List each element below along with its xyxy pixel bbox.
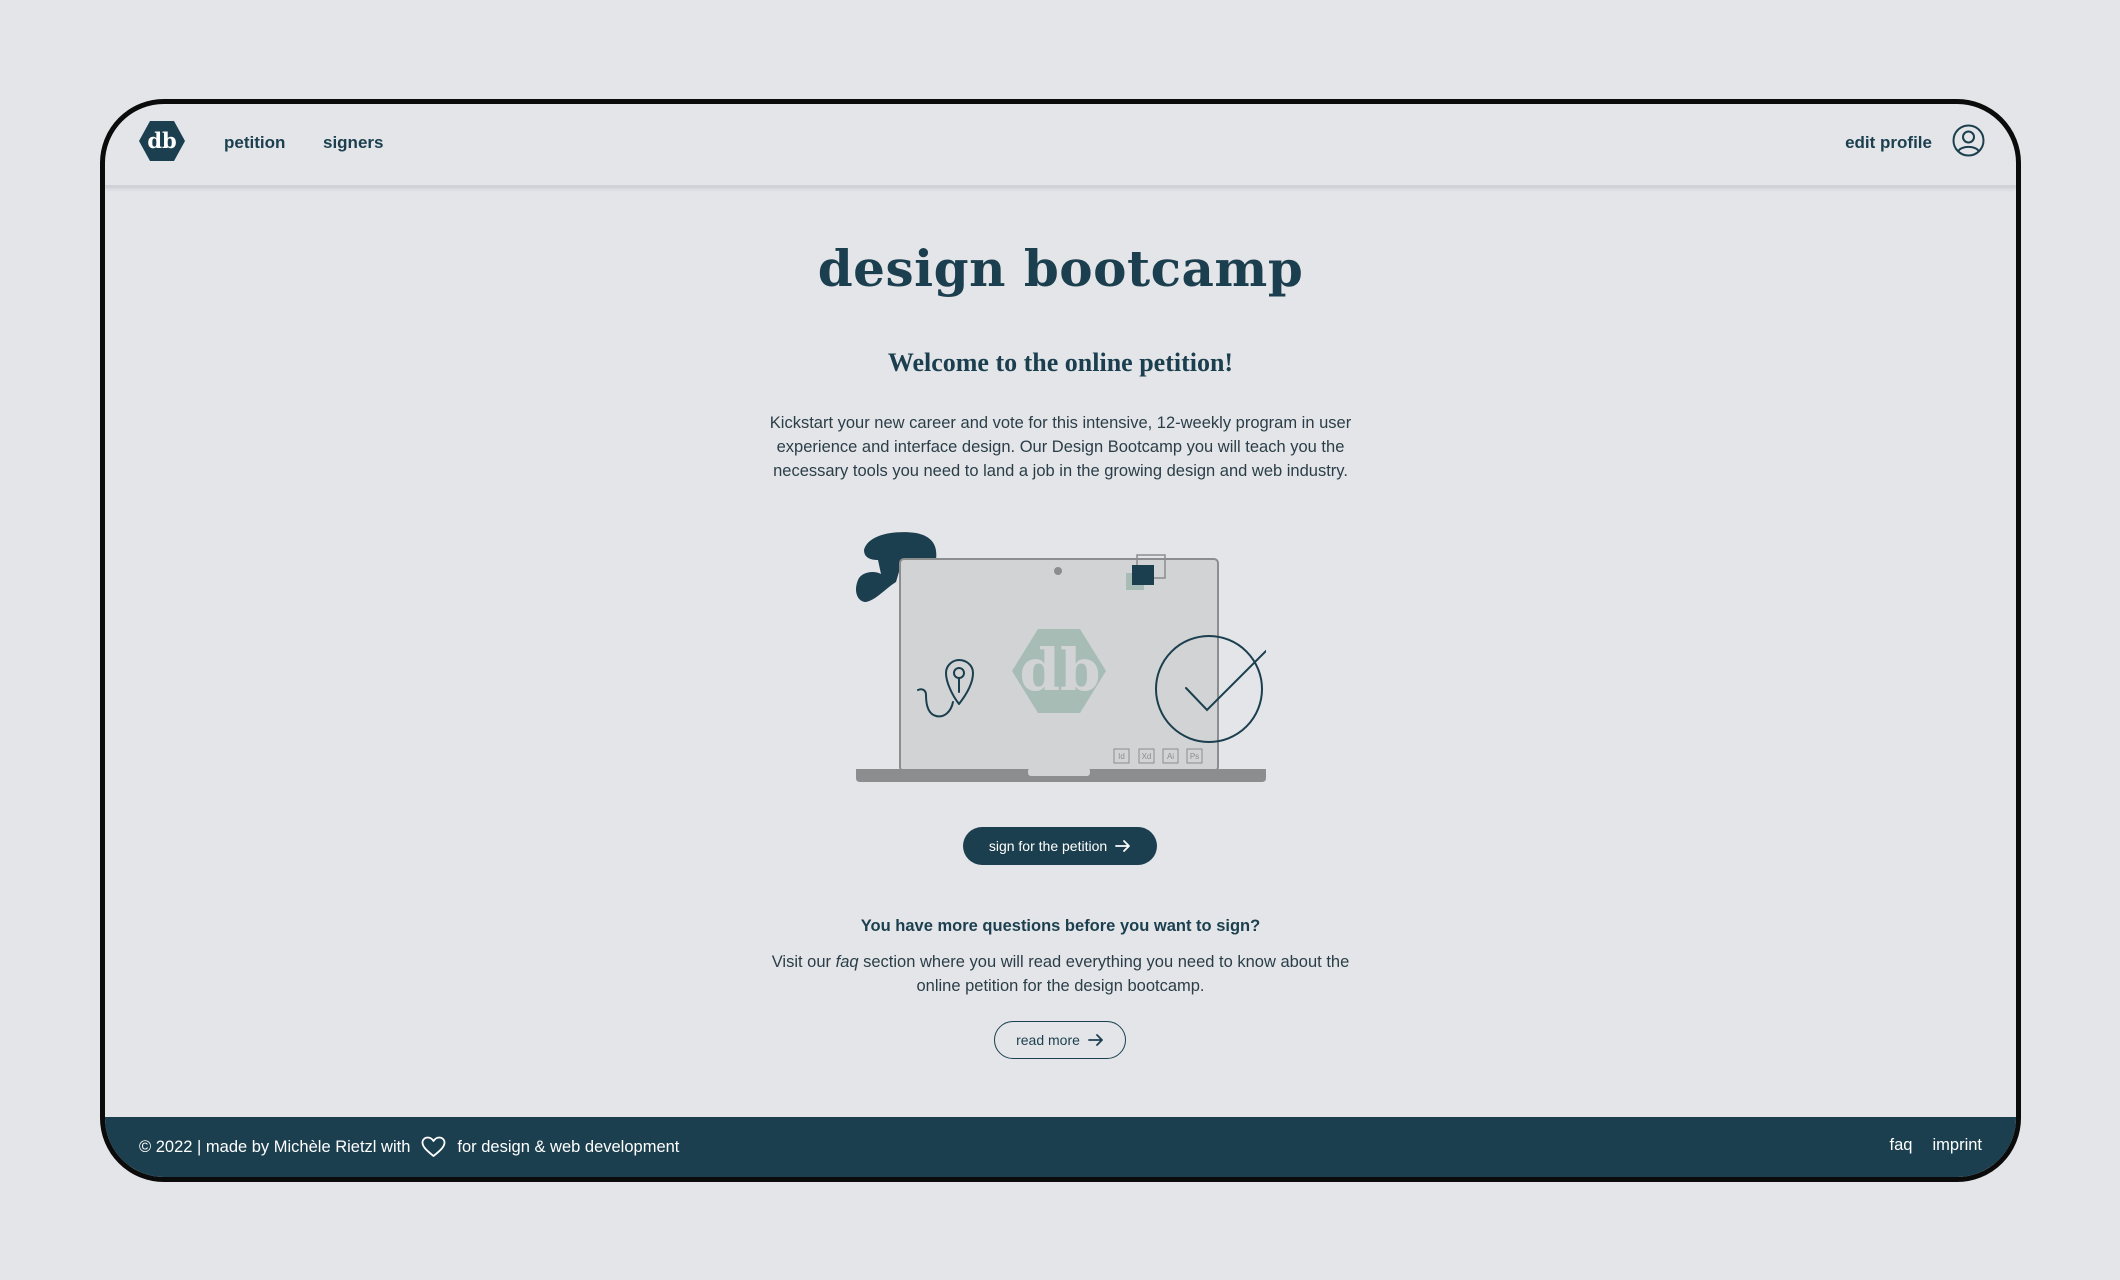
faq-text-after: section where you will read everything y… [858, 953, 1350, 995]
nav-link-signers[interactable]: signers [323, 133, 383, 153]
sign-petition-button[interactable]: sign for the petition [963, 827, 1157, 865]
sign-petition-label: sign for the petition [988, 838, 1108, 854]
intro-paragraph: Kickstart your new career and vote for t… [769, 414, 1352, 480]
read-more-label: read more [1016, 1032, 1080, 1048]
faq-text-emphasis: faq [835, 953, 859, 971]
faq-text-before: Visit our [771, 953, 836, 971]
read-more-button[interactable]: read more [994, 1021, 1126, 1059]
edit-profile-link[interactable]: edit profile [1845, 133, 1932, 153]
svg-text:db: db [1019, 636, 1100, 704]
heart-outline-icon [422, 1136, 446, 1157]
arrow-right-icon [1115, 840, 1131, 852]
svg-text:db: db [147, 128, 176, 153]
badge-label: Xd [1142, 752, 1152, 761]
arrow-right-icon [1088, 1034, 1103, 1046]
faq-paragraph: Visit our faq section where you will rea… [765, 950, 1356, 998]
laptop-illustration: db Id Xd Ai Ps [856, 532, 1266, 782]
footer-credit-suffix: for design & web development [457, 1137, 680, 1156]
welcome-heading: Welcome to the online petition! [887, 348, 1234, 377]
camera-dot [1054, 567, 1062, 575]
footer-credit-text: © 2022 | made by Michèle Rietzl with [139, 1137, 411, 1156]
user-circle-icon[interactable] [1952, 124, 1985, 157]
laptop-notch [1028, 768, 1090, 776]
page-title: design bootcamp [817, 239, 1304, 298]
badge-label: Id [1118, 752, 1125, 761]
dark-square [1132, 565, 1154, 585]
badge-label: Ai [1167, 752, 1174, 761]
footer-links: faq imprint [1890, 1136, 1982, 1155]
browser-frame: db petition signers edit profile design … [100, 99, 2021, 1182]
page-footer: © 2022 | made by Michèle Rietzl with for… [105, 1117, 2016, 1177]
footer-link-imprint[interactable]: imprint [1932, 1136, 1982, 1155]
badge-label: Ps [1190, 752, 1199, 761]
nav-link-petition[interactable]: petition [224, 133, 285, 153]
footer-credits: © 2022 | made by Michèle Rietzl with for… [139, 1136, 679, 1158]
footer-link-faq[interactable]: faq [1890, 1136, 1913, 1155]
faq-question-heading: You have more questions before you want … [860, 917, 1261, 935]
top-navigation: db petition signers edit profile [105, 104, 2016, 188]
db-hexagon-logo-icon[interactable]: db [139, 119, 185, 163]
